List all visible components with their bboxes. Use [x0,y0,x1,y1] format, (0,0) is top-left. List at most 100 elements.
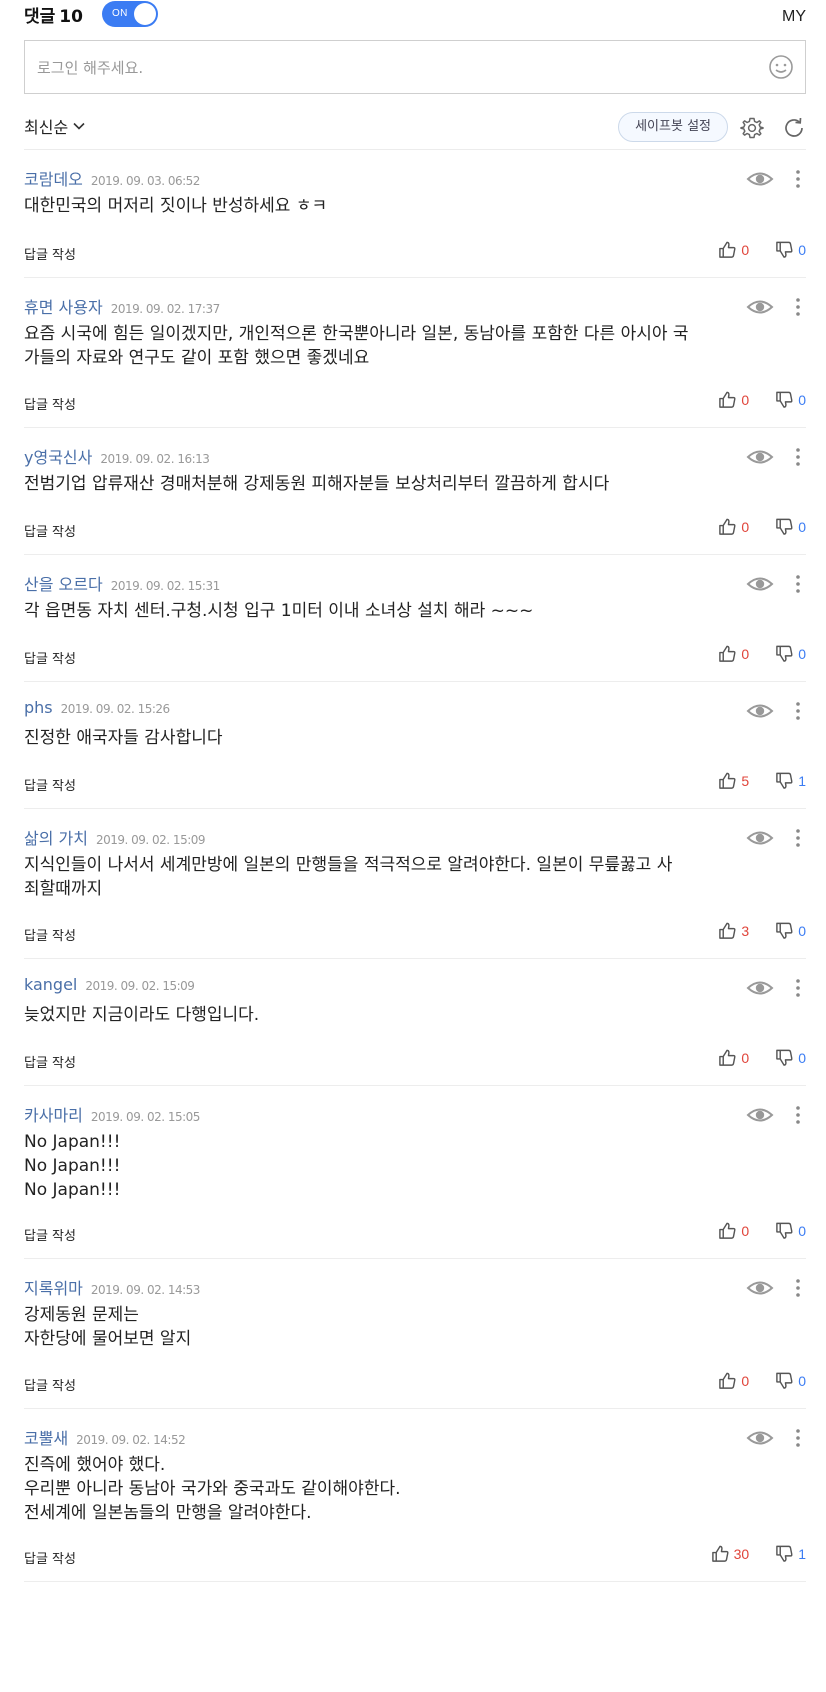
more-vertical-icon[interactable] [794,573,802,595]
comment-actions: 답글 작성 0 0 [24,1048,806,1072]
more-vertical-icon[interactable] [794,1104,802,1126]
reply-button[interactable]: 답글 작성 [24,1052,76,1071]
comment-item: 코람데오 2019. 09. 03. 06:52 대한민국의 머저리 짓이나 반성하… [24,150,806,278]
vote-group: 00 [692,1048,806,1067]
like-count: 0 [741,645,750,662]
comment-title: 댓글 10 [24,2,83,27]
dislike-button[interactable]: 0 [775,1048,806,1067]
eye-icon[interactable] [746,977,774,999]
dislike-button[interactable]: 0 [775,240,806,259]
comment-date: 2019. 09. 02. 17:37 [110,302,221,316]
dislike-button[interactable]: 0 [775,1371,806,1390]
comment-item: 코뿔새 2019. 09. 02. 14:52 진즉에 했어야 했다. 우리뿐 아니라… [24,1409,806,1582]
more-vertical-icon[interactable] [794,700,802,722]
like-count: 0 [741,1222,750,1239]
eye-icon[interactable] [746,1104,774,1126]
comment-text: 늦었지만 지금이라도 다행입니다. [24,1003,806,1027]
safebot-settings-button[interactable]: 세이프봇 설정 [618,112,728,142]
eye-icon[interactable] [746,168,774,190]
comments-toggle[interactable]: ON [102,1,158,27]
dislike-button[interactable]: 0 [775,1221,806,1240]
reply-button[interactable]: 답글 작성 [24,925,76,944]
dislike-button[interactable]: 0 [775,644,806,663]
comment-author[interactable]: y영국신사 [24,444,92,468]
eye-icon[interactable] [746,1427,774,1449]
sort-dropdown[interactable]: 최신순 [24,114,85,138]
reply-button[interactable]: 답글 작성 [24,521,76,540]
eye-icon[interactable] [746,446,774,468]
dislike-count: 0 [798,391,806,408]
comment-item: 산을 오르다 2019. 09. 02. 15:31 각 읍면동 자치 센터.구청.… [24,555,806,682]
more-vertical-icon[interactable] [794,977,802,999]
comment-author[interactable]: 카사마리 [24,1102,83,1126]
dislike-button[interactable]: 0 [775,921,806,940]
comment-meta: y영국신사 2019. 09. 02. 16:13 [24,444,210,468]
dislike-button[interactable]: 0 [775,517,806,536]
like-button[interactable]: 0 [718,517,749,536]
comment-author[interactable]: phs [24,698,53,717]
more-vertical-icon[interactable] [794,168,802,190]
like-button[interactable]: 0 [718,1221,749,1240]
comment-author[interactable]: kangel [24,975,77,994]
reply-button[interactable]: 답글 작성 [24,394,76,413]
dislike-count: 0 [798,518,806,535]
comment-text-line: 각 읍면동 자치 센터.구청.시청 입구 1미터 이내 소녀상 설치 해라 ~~… [24,601,534,621]
eye-icon[interactable] [746,296,774,318]
comment-author[interactable]: 산을 오르다 [24,571,103,595]
login-comment-input[interactable]: 로그인 해주세요. [24,40,806,94]
comment-author[interactable]: 삶의 가치 [24,825,88,849]
dislike-button[interactable]: 1 [775,1544,806,1563]
dislike-count: 1 [798,1545,806,1562]
reply-button[interactable]: 답글 작성 [24,1548,76,1567]
more-vertical-icon[interactable] [794,446,802,468]
refresh-icon[interactable] [782,116,806,140]
like-button[interactable]: 0 [718,390,749,409]
comment-text-line: 진즉에 했어야 했다. [24,1455,166,1475]
reply-button[interactable]: 답글 작성 [24,1225,76,1244]
more-vertical-icon[interactable] [794,296,802,318]
comment-text-line: No Japan!!! [24,1180,121,1200]
thumbs-down-icon [776,1049,793,1066]
like-button[interactable]: 0 [718,240,749,259]
comment-text: No Japan!!! No Japan!!! No Japan!!! [24,1130,806,1202]
thumbs-down-icon [776,922,793,939]
vote-group: 00 [692,517,806,536]
eye-icon[interactable] [746,1277,774,1299]
eye-icon[interactable] [746,827,774,849]
like-button[interactable]: 0 [718,1371,749,1390]
like-button[interactable]: 0 [718,1048,749,1067]
comment-meta: 코람데오 2019. 09. 03. 06:52 [24,166,200,190]
comment-count: 10 [59,7,83,27]
thumbs-up-icon [719,922,736,939]
comment-author[interactable]: 휴면 사용자 [24,294,103,318]
comment-actions: 답글 작성 0 0 [24,644,806,668]
reply-button[interactable]: 답글 작성 [24,244,76,263]
like-button[interactable]: 5 [718,771,749,790]
reply-button[interactable]: 답글 작성 [24,775,76,794]
reply-button[interactable]: 답글 작성 [24,1375,76,1394]
eye-icon[interactable] [746,700,774,722]
comment-author[interactable]: 지록위마 [24,1275,83,1299]
comment-date: 2019. 09. 03. 06:52 [90,174,201,188]
comment-author[interactable]: 코람데오 [24,166,83,190]
like-button[interactable]: 0 [718,644,749,663]
like-button[interactable]: 3 [718,921,749,940]
more-vertical-icon[interactable] [794,1277,802,1299]
dislike-button[interactable]: 1 [775,771,806,790]
my-link[interactable]: MY [782,8,806,26]
thumbs-down-icon [776,518,793,535]
smile-icon[interactable] [767,53,795,81]
eye-icon[interactable] [746,573,774,595]
more-vertical-icon[interactable] [794,1427,802,1449]
reply-button[interactable]: 답글 작성 [24,648,76,667]
gear-icon[interactable] [740,116,764,140]
like-button[interactable]: 30 [711,1544,749,1563]
dislike-count: 0 [798,1222,806,1239]
comment-author[interactable]: 코뿔새 [24,1425,68,1449]
comment-text: 강제동원 문제는 자한당에 물어보면 알지 [24,1303,806,1351]
more-vertical-icon[interactable] [794,827,802,849]
dislike-button[interactable]: 0 [775,390,806,409]
thumbs-down-icon [776,772,793,789]
comment-date: 2019. 09. 02. 14:53 [90,1283,201,1297]
comment-text-line: 자한당에 물어보면 알지 [24,1329,192,1349]
